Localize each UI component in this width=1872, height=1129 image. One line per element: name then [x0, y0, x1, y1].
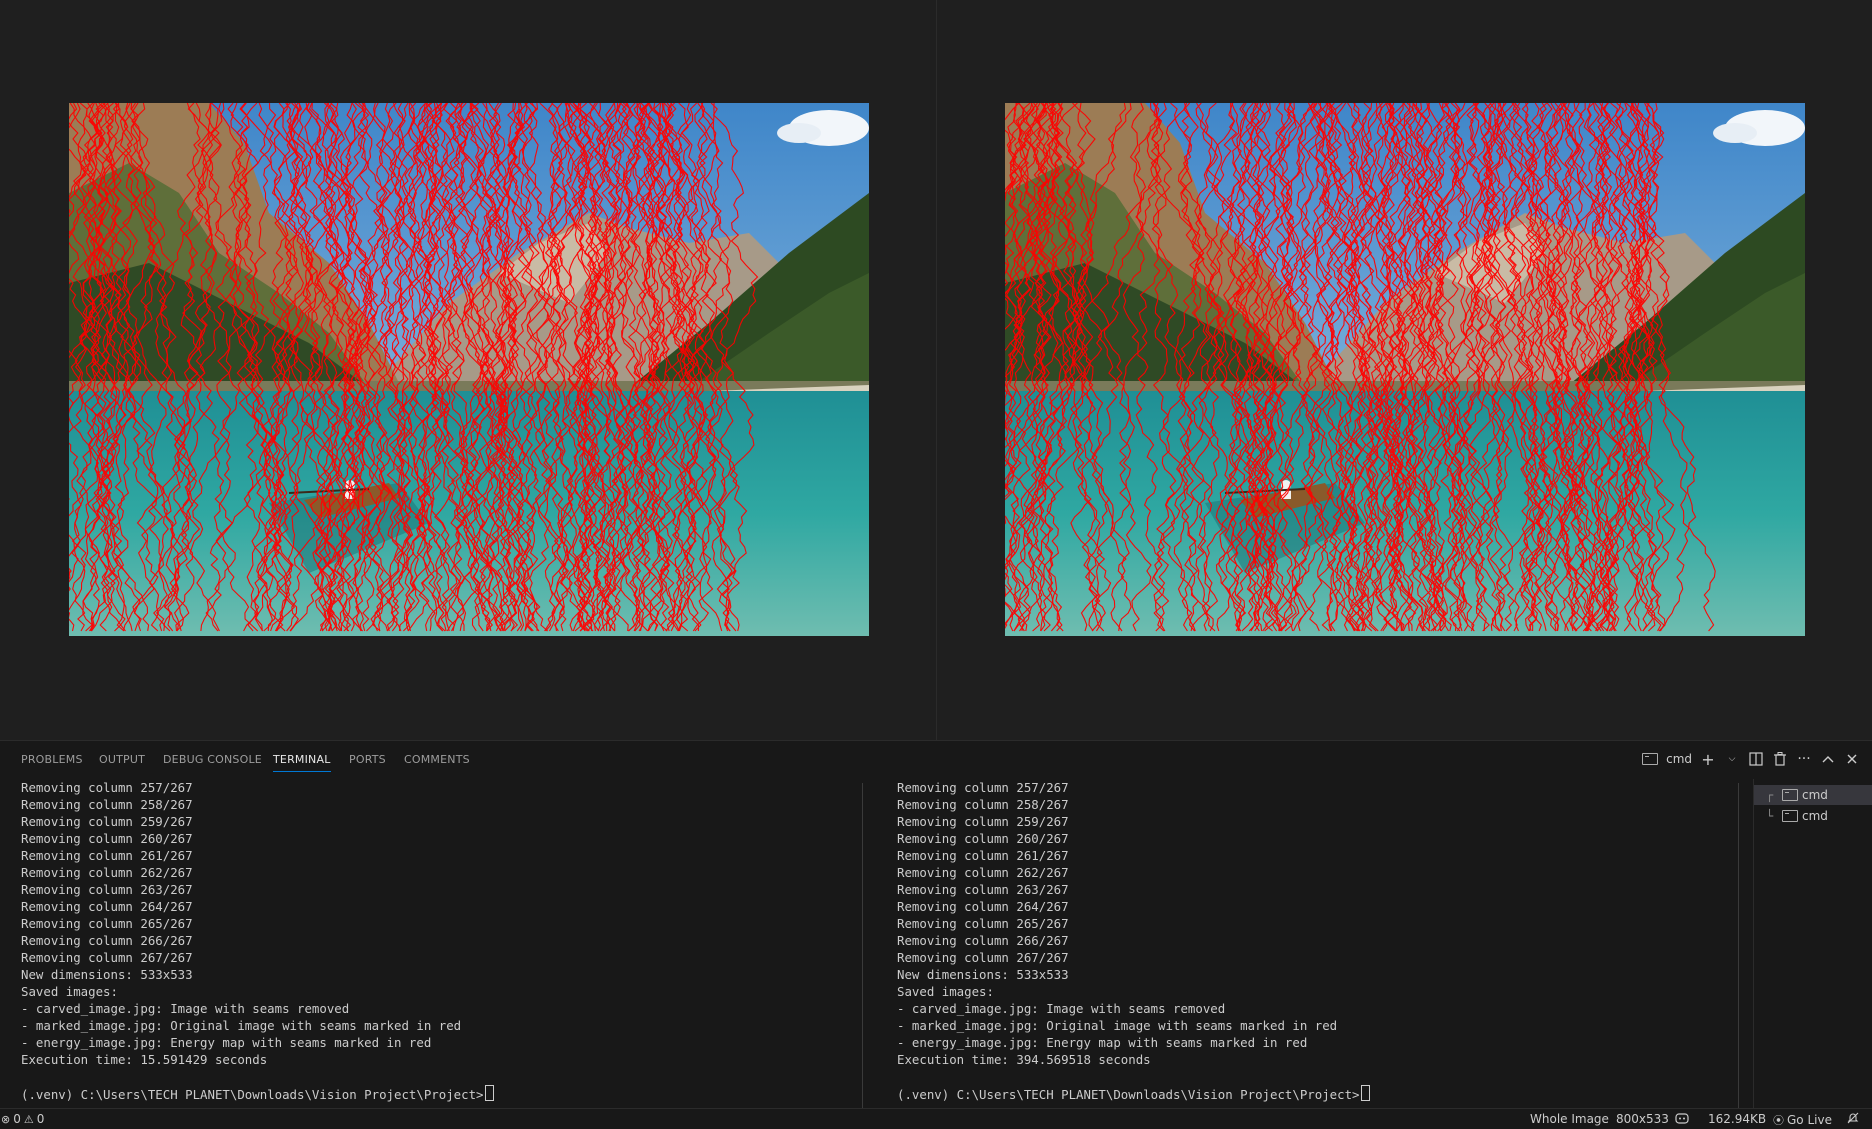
terminal-line: New dimensions: 533x533 [897, 967, 1069, 982]
terminal-icon [1782, 789, 1798, 801]
panel-tabs: PROBLEMS OUTPUT DEBUG CONSOLE TERMINAL P… [0, 741, 1600, 779]
terminal-cursor [1360, 1085, 1370, 1101]
terminal-line: - energy_image.jpg: Energy map with seam… [21, 1035, 432, 1050]
terminal-line: Removing column 260/267 [21, 831, 193, 846]
terminal-list: ┌ cmd └ cmd [1753, 779, 1872, 1109]
editor-area [0, 0, 1872, 740]
warning-icon: ⚠ [23, 1112, 34, 1126]
terminal-line: Removing column 261/267 [897, 848, 1069, 863]
terminal-line: - carved_image.jpg: Image with seams rem… [21, 1001, 350, 1016]
terminal-line: - carved_image.jpg: Image with seams rem… [897, 1001, 1226, 1016]
chevron-down-icon[interactable]: ⌵ [1724, 748, 1740, 770]
error-count: 0 [13, 1112, 21, 1126]
tree-connector-icon: └ [1766, 809, 1774, 823]
terminal-line: Removing column 258/267 [21, 797, 193, 812]
terminal-line: - marked_image.jpg: Original image with … [897, 1018, 1338, 1033]
tab-terminal[interactable]: TERMINAL [273, 753, 331, 772]
zoom-mode-label: Whole Image [1530, 1112, 1609, 1126]
image-dimensions-label: 800x533 [1616, 1112, 1669, 1126]
status-bar: ⊗ 0 ⚠ 0 Whole Image 800x533 162.94KB ⦿ G… [0, 1108, 1872, 1129]
terminal-line: Removing column 267/267 [21, 950, 193, 965]
warning-count: 0 [36, 1112, 45, 1126]
terminal-cursor [484, 1085, 494, 1101]
terminal-line: Removing column 264/267 [897, 899, 1069, 914]
terminal-line: - marked_image.jpg: Original image with … [21, 1018, 462, 1033]
terminal-icon [1642, 753, 1659, 765]
terminal-line: New dimensions: 533x533 [21, 967, 193, 982]
image-preview-left [0, 0, 937, 740]
terminal-list-item[interactable]: ┌ cmd [1754, 785, 1872, 805]
terminal-line: Removing column 263/267 [21, 882, 193, 897]
terminal-line: Removing column 267/267 [897, 950, 1069, 965]
tab-debug-console[interactable]: DEBUG CONSOLE [163, 753, 262, 766]
terminal-line: Saved images: [21, 984, 118, 999]
notifications-icon[interactable] [1847, 1112, 1859, 1124]
close-panel-icon[interactable] [1844, 748, 1860, 770]
tab-ports[interactable]: PORTS [349, 753, 386, 766]
terminal-line: Removing column 259/267 [897, 814, 1069, 829]
terminal-list-label: cmd [1802, 788, 1828, 802]
terminal-output-right[interactable]: Removing column 257/267 Removing column 2… [897, 779, 1737, 1109]
terminal-list-item[interactable]: └ cmd [1754, 806, 1872, 826]
more-actions-icon[interactable]: ··· [1796, 748, 1812, 770]
terminal-selector[interactable]: cmd [1640, 748, 1692, 770]
terminal-line: Removing column 263/267 [897, 882, 1069, 897]
terminal-line: Removing column 262/267 [21, 865, 193, 880]
terminal-line: Removing column 260/267 [897, 831, 1069, 846]
terminal-prompt-text: (.venv) C:\Users\TECH PLANET\Downloads\V… [897, 1087, 1360, 1102]
lake-photo-with-seams [1005, 103, 1805, 636]
terminal-line: Removing column 265/267 [21, 916, 193, 931]
tab-problems[interactable]: PROBLEMS [21, 753, 83, 766]
trash-icon[interactable] [1772, 748, 1788, 770]
terminal-line: Saved images: [897, 984, 994, 999]
terminal-prompt[interactable]: (.venv) C:\Users\TECH PLANET\Downloads\V… [21, 1085, 861, 1102]
terminal-line: Execution time: 394.569518 seconds [897, 1052, 1151, 1067]
terminal-line: Removing column 264/267 [21, 899, 193, 914]
error-icon: ⊗ [1, 1112, 11, 1126]
copilot-icon[interactable] [1675, 1112, 1689, 1124]
tree-connector-icon: ┌ [1766, 788, 1774, 802]
split-terminal-icon[interactable] [1748, 748, 1764, 770]
go-live-label: Go Live [1787, 1113, 1832, 1127]
terminal-split-divider[interactable] [862, 783, 863, 1109]
terminal-line: Removing column 259/267 [21, 814, 193, 829]
terminal-line: Removing column 266/267 [897, 933, 1069, 948]
terminal-selector-label: cmd [1666, 752, 1692, 766]
lake-photo-with-seams [69, 103, 869, 636]
terminal-line: Execution time: 15.591429 seconds [21, 1052, 268, 1067]
terminal-line: Removing column 261/267 [21, 848, 193, 863]
go-live-button[interactable]: ⦿ Go Live [1773, 1112, 1832, 1128]
tab-output[interactable]: OUTPUT [99, 753, 145, 766]
broadcast-icon: ⦿ [1773, 1114, 1784, 1127]
zoom-mode-status[interactable]: Whole Image [1530, 1112, 1609, 1126]
maximize-panel-icon[interactable] [1820, 748, 1836, 770]
terminal-scrollbar[interactable] [1738, 783, 1739, 1109]
terminal-line: - energy_image.jpg: Energy map with seam… [897, 1035, 1308, 1050]
terminal-line: Removing column 262/267 [897, 865, 1069, 880]
file-size-status: 162.94KB [1708, 1112, 1766, 1126]
terminal-line: Removing column 257/267 [897, 780, 1069, 795]
marked-image-left [69, 103, 869, 636]
terminal-output-left[interactable]: Removing column 257/267 Removing column 2… [21, 779, 861, 1109]
file-size-label: 162.94KB [1708, 1112, 1767, 1126]
terminal-prompt-text: (.venv) C:\Users\TECH PLANET\Downloads\V… [21, 1087, 484, 1102]
image-preview-right [937, 0, 1872, 740]
terminal-line: Removing column 265/267 [897, 916, 1069, 931]
bottom-panel: PROBLEMS OUTPUT DEBUG CONSOLE TERMINAL P… [0, 740, 1872, 1109]
terminal-line: Removing column 266/267 [21, 933, 193, 948]
terminal-list-label: cmd [1802, 809, 1828, 823]
marked-image-right [1005, 103, 1805, 636]
terminal-line: Removing column 257/267 [21, 780, 193, 795]
image-dimensions-status: 800x533 [1616, 1112, 1669, 1126]
panel-actions: cmd + ⌵ ··· [1640, 747, 1860, 771]
terminal-line: Removing column 258/267 [897, 797, 1069, 812]
terminal-icon [1782, 810, 1798, 822]
problems-status[interactable]: ⊗ 0 ⚠ 0 [1, 1112, 44, 1126]
new-terminal-icon[interactable]: + [1700, 748, 1716, 770]
terminal-prompt[interactable]: (.venv) C:\Users\TECH PLANET\Downloads\V… [897, 1085, 1737, 1102]
tab-comments[interactable]: COMMENTS [404, 753, 470, 766]
